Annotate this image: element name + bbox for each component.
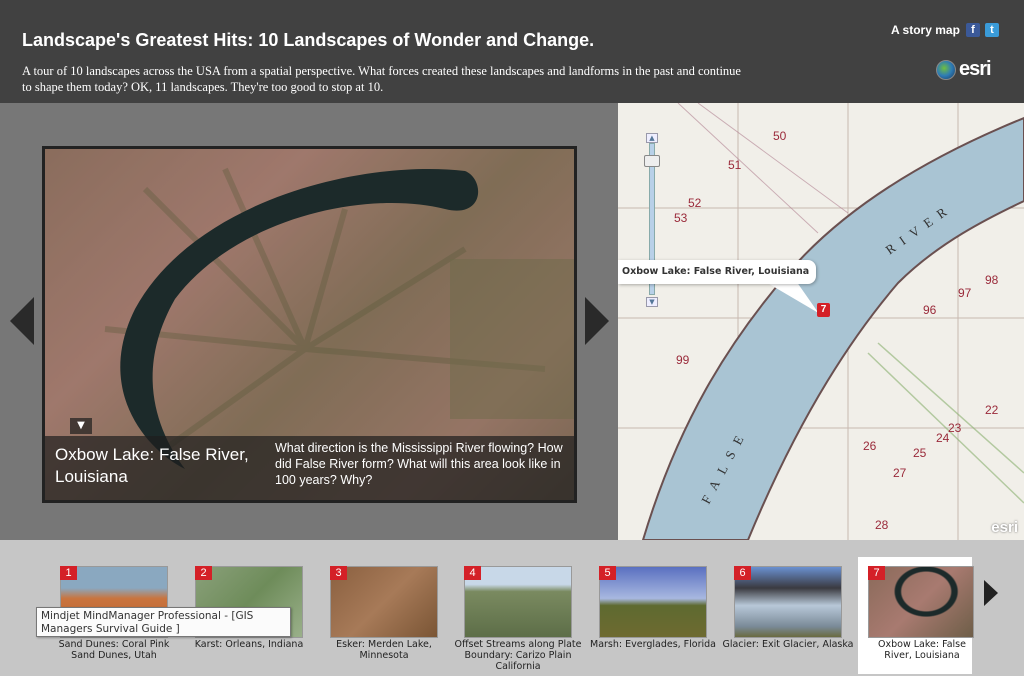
twitter-icon[interactable]: t bbox=[985, 23, 999, 37]
tooltip: Mindjet MindManager Professional - [GIS … bbox=[36, 607, 291, 637]
thumbnail-number: 4 bbox=[464, 566, 481, 580]
thumbnail-caption: Offset Streams along Plate Boundary: Car… bbox=[454, 639, 582, 672]
zoom-in-button[interactable]: ▲ bbox=[646, 133, 658, 143]
globe-icon bbox=[936, 59, 956, 80]
map-label: 53 bbox=[674, 211, 688, 225]
thumbnail-item[interactable]: 4 Offset Streams along Plate Boundary: C… bbox=[454, 566, 599, 676]
map-label: 98 bbox=[985, 273, 999, 287]
caption-toggle-icon[interactable]: ▼ bbox=[70, 418, 92, 434]
map-label: 26 bbox=[863, 439, 877, 453]
topo-map bbox=[618, 103, 1024, 540]
page-subtitle: A tour of 10 landscapes across the USA f… bbox=[22, 64, 741, 94]
thumbnail-item-selected[interactable]: 7 Oxbow Lake: False River, Louisiana bbox=[858, 557, 974, 674]
esri-logo-text: esri bbox=[959, 58, 992, 80]
thumbnail-item[interactable]: 6 Glacier: Exit Glacier, Alaska bbox=[722, 566, 869, 676]
thumbnail-caption: Esker: Merden Lake, Minnesota bbox=[336, 639, 432, 661]
map-label: 22 bbox=[985, 403, 999, 417]
slide-title: Oxbow Lake: False River, Louisiana bbox=[55, 445, 249, 486]
slide-photo: ▼ Oxbow Lake: False River, Louisiana Wha… bbox=[42, 146, 577, 503]
zoom-out-button[interactable]: ▼ bbox=[646, 297, 658, 307]
thumbnail-number: 5 bbox=[599, 566, 616, 580]
story-map-label: A story map bbox=[891, 23, 960, 37]
previous-slide-button[interactable] bbox=[10, 297, 34, 345]
thumbnail-number: 7 bbox=[868, 566, 885, 580]
thumbnail-caption: Oxbow Lake: False River, Louisiana bbox=[878, 639, 966, 661]
thumbnail-caption: Glacier: Exit Glacier, Alaska bbox=[722, 639, 854, 650]
map-label: 97 bbox=[958, 286, 972, 300]
thumbnail-number: 2 bbox=[195, 566, 212, 580]
page-title: Landscape's Greatest Hits: 10 Landscapes… bbox=[22, 30, 595, 50]
header: Landscape's Greatest Hits: 10 Landscapes… bbox=[0, 0, 1024, 103]
map-label: 23 bbox=[948, 421, 962, 435]
map-label: 96 bbox=[923, 303, 937, 317]
map-label: 27 bbox=[893, 466, 907, 480]
map-label: 24 bbox=[936, 431, 950, 445]
facebook-icon[interactable]: f bbox=[966, 23, 980, 37]
carousel-next-button[interactable] bbox=[984, 580, 998, 606]
thumbnail-caption: Marsh: Everglades, Florida bbox=[590, 639, 716, 650]
thumbnail-item[interactable]: 5 Marsh: Everglades, Florida bbox=[590, 566, 734, 676]
map-marker[interactable]: 7 bbox=[817, 303, 830, 317]
map-label: 25 bbox=[913, 446, 927, 460]
map-label: 28 bbox=[875, 518, 889, 532]
map-label: 99 bbox=[676, 353, 690, 367]
thumbnail-caption: Sand Dunes: Coral Pink Sand Dunes, Utah bbox=[58, 639, 170, 661]
slide-description: What direction is the Mississippi River … bbox=[275, 441, 563, 487]
thumbnail-number: 6 bbox=[734, 566, 751, 580]
thumbnail-caption: Karst: Orleans, Indiana bbox=[194, 639, 304, 650]
caption-bar: ▼ Oxbow Lake: False River, Louisiana Wha… bbox=[45, 418, 574, 500]
map-popup: Oxbow Lake: False River, Louisiana bbox=[618, 260, 816, 284]
zoom-slider-handle[interactable] bbox=[644, 155, 660, 167]
thumbnail-number: 1 bbox=[60, 566, 77, 580]
map-label: 50 bbox=[773, 129, 787, 143]
map-label: 52 bbox=[688, 196, 702, 210]
esri-logo[interactable]: esri bbox=[936, 58, 992, 81]
thumbnail-number: 3 bbox=[330, 566, 347, 580]
map-view[interactable]: 50 51 52 53 96 97 98 99 22 23 24 25 26 2… bbox=[618, 103, 1024, 540]
map-label: 51 bbox=[728, 158, 742, 172]
next-slide-button[interactable] bbox=[585, 297, 609, 345]
map-esri-logo: esri bbox=[991, 519, 1018, 536]
thumbnail-item[interactable]: 3 Esker: Merden Lake, Minnesota bbox=[330, 566, 465, 676]
